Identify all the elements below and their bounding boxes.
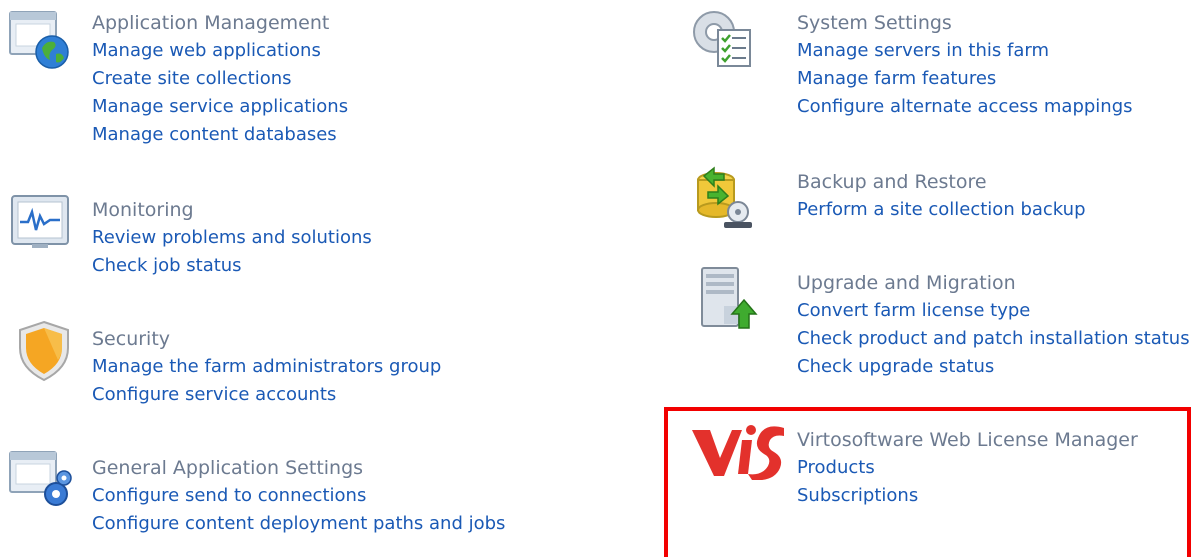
system-settings-icon	[690, 6, 754, 70]
virtosoftware-logo-icon	[690, 420, 786, 480]
section-title: Monitoring	[92, 199, 194, 221]
security-shield-icon	[12, 318, 76, 382]
backup-restore-icon	[690, 166, 754, 230]
check-job-status-link[interactable]: Check job status	[92, 252, 372, 280]
convert-farm-license-link[interactable]: Convert farm license type	[797, 297, 1190, 325]
manage-servers-link[interactable]: Manage servers in this farm	[797, 37, 1133, 65]
configure-alternate-access-mappings-link[interactable]: Configure alternate access mappings	[797, 93, 1133, 121]
configure-send-to-connections-link[interactable]: Configure send to connections	[92, 482, 505, 510]
check-upgrade-status-link[interactable]: Check upgrade status	[797, 353, 1190, 381]
manage-service-applications-link[interactable]: Manage service applications	[92, 93, 348, 121]
section-title: General Application Settings	[92, 457, 364, 479]
manage-content-databases-link[interactable]: Manage content databases	[92, 121, 348, 149]
general-application-settings-icon	[8, 448, 72, 512]
section-title: System Settings	[797, 12, 952, 34]
subscriptions-link[interactable]: Subscriptions	[797, 482, 1138, 510]
perform-site-collection-backup-link[interactable]: Perform a site collection backup	[797, 196, 1086, 224]
configure-service-accounts-link[interactable]: Configure service accounts	[92, 381, 441, 409]
manage-web-applications-link[interactable]: Manage web applications	[92, 37, 348, 65]
configure-content-deployment-link[interactable]: Configure content deployment paths and j…	[92, 510, 505, 538]
create-site-collections-link[interactable]: Create site collections	[92, 65, 348, 93]
check-product-patch-status-link[interactable]: Check product and patch installation sta…	[797, 325, 1190, 353]
application-management-icon	[8, 8, 72, 72]
manage-farm-administrators-link[interactable]: Manage the farm administrators group	[92, 353, 441, 381]
manage-farm-features-link[interactable]: Manage farm features	[797, 65, 1133, 93]
section-title: Upgrade and Migration	[797, 272, 1016, 294]
section-title: Application Management	[92, 12, 330, 34]
products-link[interactable]: Products	[797, 454, 1138, 482]
section-title: Backup and Restore	[797, 171, 987, 193]
section-title: Virtosoftware Web License Manager	[797, 429, 1138, 451]
section-title: Security	[92, 328, 171, 350]
upgrade-migration-icon	[694, 266, 758, 330]
monitoring-icon	[8, 190, 72, 254]
review-problems-link[interactable]: Review problems and solutions	[92, 224, 372, 252]
